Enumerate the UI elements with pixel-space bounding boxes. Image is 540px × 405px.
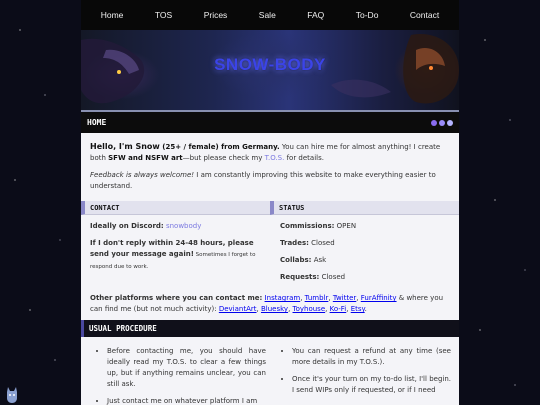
contact-column: CONTACT Ideally on Discord: snowbody If … [81,201,270,289]
platforms-paragraph: Other platforms where you can contact me… [81,289,459,315]
link-instagram[interactable]: Instagram [265,294,301,302]
procedure-right: You can request a refund at any time (se… [272,346,451,405]
contact-status-row: CONTACT Ideally on Discord: snowbody If … [81,201,459,289]
contact-body: Ideally on Discord: snowbody If I don't … [81,215,270,273]
home-title: HOME [87,118,107,127]
status-body: Commissions: OPEN Trades: Closed Collabs… [270,215,459,283]
platforms-bold-2: me: [245,294,263,302]
tos-link[interactable]: T.O.S. [265,154,285,162]
platform-links-find: DeviantArt, Bluesky, Toyhouse, Ko-Fi, Et… [219,305,367,313]
status-label: Requests: [280,273,320,281]
home-content: Hello, I'm Snow (25+ / female) from Germ… [81,133,459,192]
list-item: Once it's your turn on my to-do list, I'… [292,374,451,396]
nav-todo[interactable]: To-Do [356,10,379,20]
feedback-paragraph: Feedback is always welcome! I am constan… [90,170,449,192]
link-ko-fi[interactable]: Ko-Fi [330,305,347,313]
status-value: Ask [313,256,327,264]
status-value: Closed [311,239,335,247]
platforms-mid-2: me (but not much activity): [118,305,219,313]
link-furaffinity[interactable]: FurAffinity [361,294,397,302]
nav-contact[interactable]: Contact [410,10,439,20]
dot-3 [447,119,453,126]
nav-faq[interactable]: FAQ [307,10,324,20]
link-twitter[interactable]: Twitter [333,294,356,302]
discord-label: Ideally on Discord: [90,222,164,230]
status-collabs: Collabs: Ask [280,255,459,266]
procedure-header: USUAL PROCEDURE [81,320,459,337]
link-tumblr[interactable]: Tumblr [305,294,329,302]
find-word: find [104,305,119,313]
status-label: Collabs: [280,256,312,264]
cat-icon [7,387,17,403]
sfw-nsfw: SFW and NSFW art [108,154,183,162]
home-section-header: HOME [81,112,459,133]
platform-links-contact: Instagram, Tumblr, Twitter, FurAffinity [265,294,397,302]
decorative-dots [431,119,453,126]
status-value: OPEN [336,222,357,230]
dot-1 [431,119,437,126]
link-deviantart[interactable]: DeviantArt [219,305,257,313]
top-nav: Home TOS Prices Sale FAQ To-Do Contact [81,0,459,30]
nav-tos[interactable]: TOS [155,10,172,20]
list-item: Just contact me on whatever platform I a… [107,396,266,405]
intro-paragraph: Hello, I'm Snow (25+ / female) from Germ… [90,141,449,164]
header-banner: SNOW-BODY [81,30,459,112]
status-commissions: Commissions: OPEN [280,221,459,232]
intro-text-2: —but please check my [182,154,265,162]
status-value: Closed [321,273,346,281]
greeting: Hello, I'm Snow [90,142,160,151]
status-label: Trades: [280,239,309,247]
separator: . [364,305,367,313]
dot-2 [439,119,445,126]
intro-text-3: for details. [284,154,324,162]
platforms-bold-1: Other platforms where you can [90,294,216,302]
contact-word: contact [215,294,246,302]
link-bluesky[interactable]: Bluesky [261,305,288,313]
status-label: Commissions: [280,222,335,230]
discord-handle[interactable]: snowbody [166,222,201,230]
feedback-italic: Feedback is always welcome! [90,171,195,179]
procedure-lists: Before contacting me, you should have id… [81,337,459,405]
nav-home[interactable]: Home [101,10,124,20]
nav-prices[interactable]: Prices [204,10,228,20]
status-requests: Requests: Closed [280,272,459,283]
contact-header: CONTACT [81,201,270,215]
age-location: (25+ / female) from Germany. [159,143,280,151]
site-logo: SNOW-BODY [214,55,326,74]
discord-line: Ideally on Discord: snowbody [90,221,270,232]
page-container: Home TOS Prices Sale FAQ To-Do Contact S… [81,0,459,405]
procedure-title: USUAL PROCEDURE [89,324,157,333]
status-column: STATUS Commissions: OPEN Trades: Closed … [270,201,459,289]
nav-sale[interactable]: Sale [259,10,276,20]
link-etsy[interactable]: Etsy [351,305,365,313]
procedure-left: Before contacting me, you should have id… [91,346,272,405]
list-item: You can request a refund at any time (se… [292,346,451,368]
status-header: STATUS [270,201,459,215]
link-toyhouse[interactable]: Toyhouse [293,305,326,313]
status-trades: Trades: Closed [280,238,459,249]
reply-note: If I don't reply within 24-48 hours, ple… [90,238,270,273]
list-item: Before contacting me, you should have id… [107,346,266,390]
